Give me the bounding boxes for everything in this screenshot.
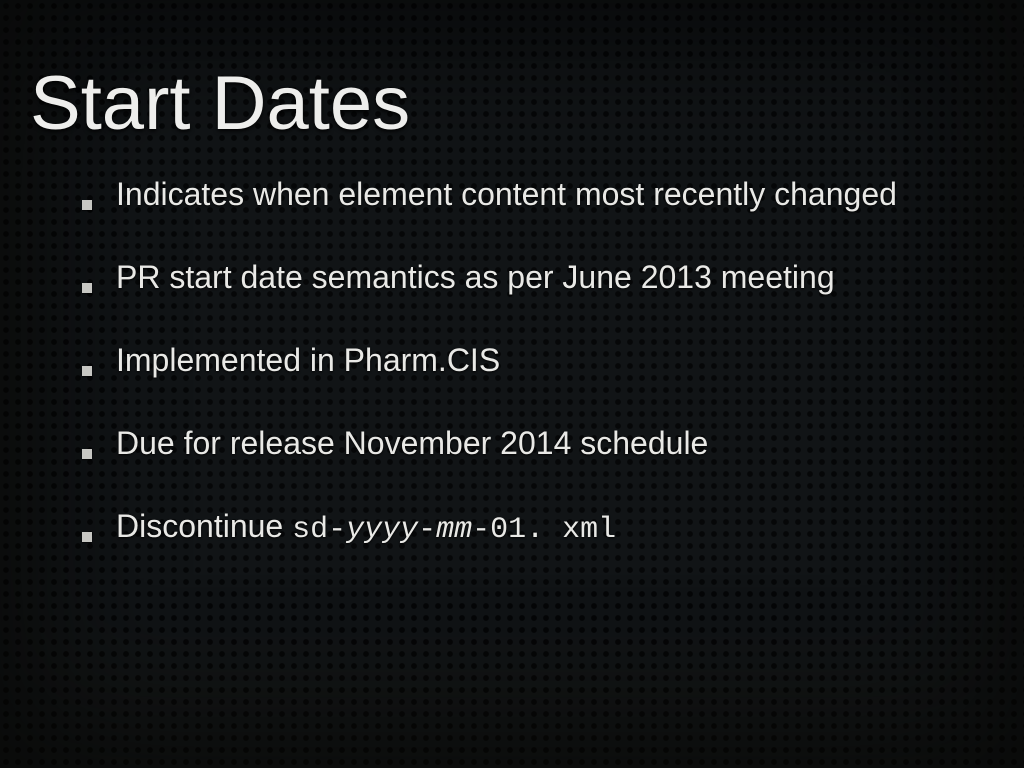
bullet-text: Due for release November 2014 schedule <box>116 425 708 461</box>
slide-title: Start Dates <box>30 60 994 147</box>
code-sep: - <box>418 513 436 547</box>
slide-container: Start Dates Indicates when element conte… <box>0 0 1024 768</box>
list-item: Implemented in Pharm.CIS <box>82 341 974 380</box>
list-item: Discontinue sd-yyyy-mm-01. xml <box>82 507 974 549</box>
list-item: Indicates when element content most rece… <box>82 175 974 214</box>
list-item: Due for release November 2014 schedule <box>82 424 974 463</box>
code-suffix: -01. xml <box>472 513 616 547</box>
code-month-placeholder: mm <box>436 513 472 547</box>
code-filename: sd-yyyy-mm-01. xml <box>292 513 616 547</box>
code-year-placeholder: yyyy <box>346 513 418 547</box>
bullet-text: Implemented in Pharm.CIS <box>116 342 500 378</box>
list-item: PR start date semantics as per June 2013… <box>82 258 974 297</box>
bullet-text: Discontinue <box>116 508 292 544</box>
bullet-text: PR start date semantics as per June 2013… <box>116 259 835 295</box>
code-prefix: sd- <box>292 513 346 547</box>
bullet-list: Indicates when element content most rece… <box>30 175 994 549</box>
bullet-text: Indicates when element content most rece… <box>116 176 897 212</box>
